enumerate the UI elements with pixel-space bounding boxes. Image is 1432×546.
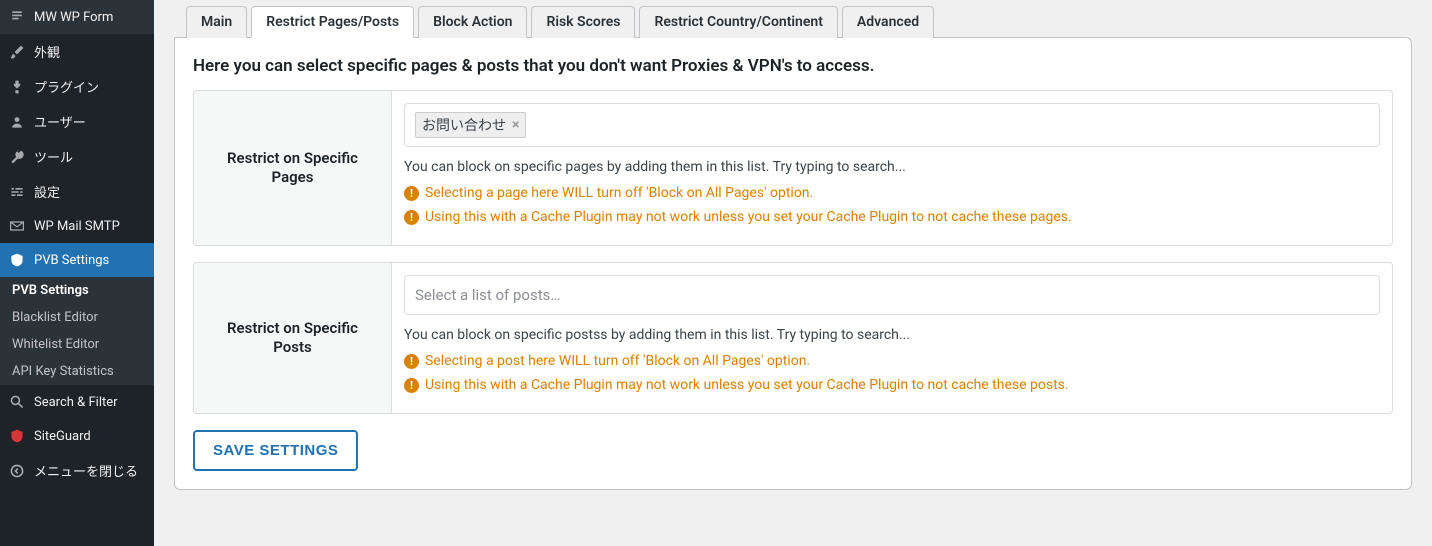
tab-advanced[interactable]: Advanced xyxy=(842,6,934,38)
search-icon xyxy=(8,393,26,411)
tab-block-action[interactable]: Block Action xyxy=(418,6,527,38)
warning-text: Using this with a Cache Plugin may not w… xyxy=(425,209,1072,225)
tabs: Main Restrict Pages/Posts Block Action R… xyxy=(186,6,1412,37)
section-label-posts: Restrict on Specific Posts xyxy=(194,263,392,413)
warning-text: Selecting a post here WILL turn off 'Blo… xyxy=(425,353,810,369)
pages-warning-2: ! Using this with a Cache Plugin may not… xyxy=(404,209,1380,225)
admin-sidebar: MW WP Form 外観 プラグイン ユーザー ツール xyxy=(0,0,154,546)
tab-main[interactable]: Main xyxy=(186,6,247,38)
warning-icon: ! xyxy=(404,354,419,369)
mail-icon xyxy=(8,217,26,235)
wrench-icon xyxy=(8,148,26,166)
posts-select-input[interactable]: Select a list of posts… xyxy=(404,275,1380,315)
posts-desc: You can block on specific postss by addi… xyxy=(404,327,1380,343)
tab-risk-scores[interactable]: Risk Scores xyxy=(531,6,635,38)
brush-icon xyxy=(8,43,26,61)
collapse-icon xyxy=(8,462,26,480)
section-label-pages: Restrict on Specific Pages xyxy=(194,91,392,245)
section-restrict-pages: Restrict on Specific Pages お問い合わせ × You … xyxy=(193,90,1393,246)
user-icon xyxy=(8,113,26,131)
sidebar-sub-blacklist[interactable]: Blacklist Editor xyxy=(0,304,154,331)
panel-intro: Here you can select specific pages & pos… xyxy=(193,56,1393,76)
section-content-posts: Select a list of posts… You can block on… xyxy=(392,263,1392,413)
sidebar-item-label: 外観 xyxy=(34,42,60,61)
sidebar-item-users[interactable]: ユーザー xyxy=(0,104,154,139)
pages-warning-1: ! Selecting a page here WILL turn off 'B… xyxy=(404,185,1380,201)
sidebar-item-siteguard[interactable]: SiteGuard xyxy=(0,419,154,453)
form-icon xyxy=(8,8,26,26)
posts-placeholder: Select a list of posts… xyxy=(415,286,560,304)
sidebar-sub-apikey[interactable]: API Key Statistics xyxy=(0,358,154,385)
plug-icon xyxy=(8,78,26,96)
warning-icon: ! xyxy=(404,186,419,201)
pages-desc: You can block on specific pages by addin… xyxy=(404,159,1380,175)
sidebar-item-tools[interactable]: ツール xyxy=(0,139,154,174)
chip-text: お問い合わせ xyxy=(422,115,506,135)
siteguard-icon xyxy=(8,427,26,445)
sidebar-item-wpmailsmtp[interactable]: WP Mail SMTP xyxy=(0,209,154,243)
panel: Here you can select specific pages & pos… xyxy=(174,37,1412,490)
sidebar-item-plugins[interactable]: プラグイン xyxy=(0,69,154,104)
posts-warning-1: ! Selecting a post here WILL turn off 'B… xyxy=(404,353,1380,369)
sidebar-submenu: PVB Settings Blacklist Editor Whitelist … xyxy=(0,277,154,385)
sidebar-item-label: ツール xyxy=(34,147,73,166)
sidebar-item-label: Search & Filter xyxy=(34,395,118,410)
sidebar-item-appearance[interactable]: 外観 xyxy=(0,34,154,69)
sidebar-item-label: PVB Settings xyxy=(34,253,109,268)
posts-warning-2: ! Using this with a Cache Plugin may not… xyxy=(404,377,1380,393)
save-settings-button[interactable]: SAVE SETTINGS xyxy=(193,430,358,471)
section-content-pages: お問い合わせ × You can block on specific pages… xyxy=(392,91,1392,245)
sidebar-item-settings[interactable]: 設定 xyxy=(0,174,154,209)
sliders-icon xyxy=(8,183,26,201)
main-content: Main Restrict Pages/Posts Block Action R… xyxy=(154,0,1432,546)
tab-restrict-pages-posts[interactable]: Restrict Pages/Posts xyxy=(251,6,414,38)
sidebar-item-label: メニューを閉じる xyxy=(34,461,138,480)
sidebar-item-mwwpform[interactable]: MW WP Form xyxy=(0,0,154,34)
warning-text: Selecting a page here WILL turn off 'Blo… xyxy=(425,185,813,201)
sidebar-item-collapse[interactable]: メニューを閉じる xyxy=(0,453,154,488)
sidebar-item-label: 設定 xyxy=(34,182,60,201)
warning-icon: ! xyxy=(404,210,419,225)
shield-icon xyxy=(8,251,26,269)
sidebar-item-label: MW WP Form xyxy=(34,10,113,25)
sidebar-item-label: ユーザー xyxy=(34,112,86,131)
sidebar-sub-whitelist[interactable]: Whitelist Editor xyxy=(0,331,154,358)
tab-restrict-country[interactable]: Restrict Country/Continent xyxy=(639,6,837,38)
pages-select-input[interactable]: お問い合わせ × xyxy=(404,103,1380,147)
selected-page-chip: お問い合わせ × xyxy=(415,112,526,138)
sidebar-item-label: プラグイン xyxy=(34,77,99,96)
sidebar-item-label: SiteGuard xyxy=(34,429,91,444)
warning-icon: ! xyxy=(404,378,419,393)
sidebar-item-label: WP Mail SMTP xyxy=(34,219,120,234)
sidebar-item-pvbsettings[interactable]: PVB Settings xyxy=(0,243,154,277)
warning-text: Using this with a Cache Plugin may not w… xyxy=(425,377,1069,393)
sidebar-item-searchfilter[interactable]: Search & Filter xyxy=(0,385,154,419)
section-restrict-posts: Restrict on Specific Posts Select a list… xyxy=(193,262,1393,414)
sidebar-sub-pvbsettings[interactable]: PVB Settings xyxy=(0,277,154,304)
chip-remove-icon[interactable]: × xyxy=(512,118,519,132)
